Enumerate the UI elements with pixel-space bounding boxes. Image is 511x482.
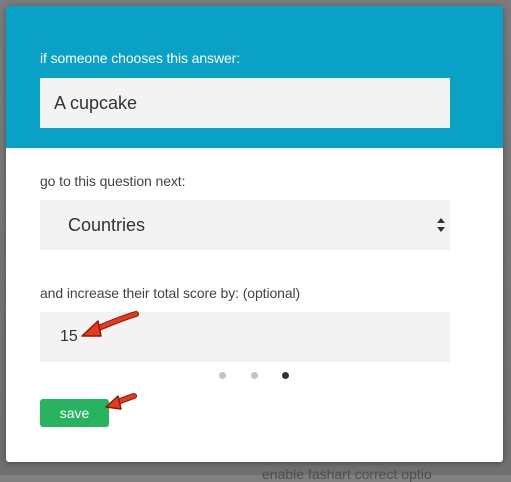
answer-label: if someone chooses this answer: [40,50,241,66]
updown-arrows-icon [437,218,445,232]
pagination-dot-active[interactable] [282,372,289,379]
save-button[interactable]: save [40,399,109,427]
red-arrow-icon [81,311,139,337]
next-question-select[interactable]: Countries [40,200,450,250]
red-arrow-icon [105,393,137,410]
pagination-dots [219,372,299,382]
background-text: enable fashart correct optio [262,466,432,482]
pagination-dot[interactable] [251,372,258,379]
next-question-label: go to this question next: [40,173,186,189]
pagination-dot[interactable] [219,372,226,379]
answer-input[interactable] [40,78,450,128]
dialog-header: if someone chooses this answer: [6,6,503,148]
routing-dialog: if someone chooses this answer: go to th… [6,6,503,462]
next-question-value: Countries [68,215,146,235]
score-label: and increase their total score by: (opti… [40,285,301,301]
